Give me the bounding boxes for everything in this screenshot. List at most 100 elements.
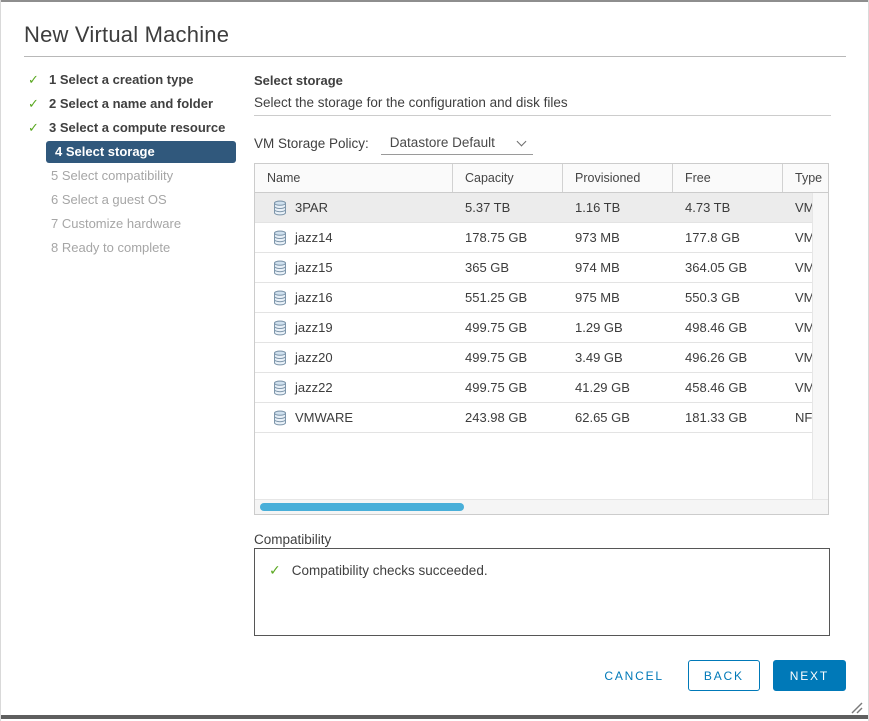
cell-name: jazz16	[295, 290, 333, 305]
datastore-row-jazz16[interactable]: jazz16551.25 GB975 MB550.3 GBVM	[255, 283, 812, 313]
cell-provisioned: 974 MB	[575, 260, 620, 275]
cell-capacity: 178.75 GB	[465, 230, 527, 245]
cell-provisioned: 41.29 GB	[575, 380, 630, 395]
wizard-step-5[interactable]: 5 Select compatibility	[24, 164, 254, 188]
resize-handle-icon[interactable]	[848, 699, 863, 714]
cell-capacity: 551.25 GB	[465, 290, 527, 305]
datastore-icon	[273, 320, 287, 336]
horizontal-scrollbar-thumb[interactable]	[260, 503, 464, 511]
wizard-step-label: 2 Select a name and folder	[24, 92, 254, 116]
wizard-step-4[interactable]: 4 Select storage	[24, 140, 254, 164]
datastore-row-vmware[interactable]: VMWARE 243.98 GB 62.65 GB 181.33 GB NF	[255, 403, 812, 433]
cell-free: 4.73 TB	[685, 200, 730, 215]
window-top-edge	[1, 0, 868, 2]
wizard-step-label: 3 Select a compute resource	[24, 116, 254, 140]
column-header-provisioned[interactable]: Provisioned	[563, 164, 673, 192]
cell-capacity: 499.75 GB	[465, 320, 527, 335]
datastore-icon	[273, 290, 287, 306]
datastore-table-header: NameCapacityProvisionedFreeType	[255, 164, 828, 193]
wizard-step-label: 1 Select a creation type	[24, 68, 254, 92]
cell-name: 3PAR	[295, 200, 328, 215]
wizard-footer: CANCEL BACK NEXT	[594, 660, 846, 691]
datastore-row-jazz14[interactable]: jazz14178.75 GB973 MB177.8 GBVM	[255, 223, 812, 253]
wizard-step-8[interactable]: 8 Ready to complete	[24, 236, 254, 260]
wizard-step-3[interactable]: ✓3 Select a compute resource	[24, 116, 254, 140]
datastore-row-3par[interactable]: 3PAR 5.37 TB 1.16 TB 4.73 TB VM	[255, 193, 812, 223]
cell-capacity: 243.98 GB	[465, 410, 527, 425]
next-button[interactable]: NEXT	[773, 660, 846, 691]
cell-type: VM	[795, 350, 812, 365]
cell-type: VM	[795, 200, 812, 215]
wizard-step-label: 8 Ready to complete	[24, 236, 254, 260]
cell-type: VM	[795, 260, 812, 275]
cell-free: 458.46 GB	[685, 380, 747, 395]
cell-name: jazz20	[295, 350, 333, 365]
vm-storage-policy-row: VM Storage Policy: Datastore Default	[254, 131, 533, 155]
cell-free: 364.05 GB	[685, 260, 747, 275]
cell-capacity: 365 GB	[465, 260, 509, 275]
datastore-table-body: 3PAR5.37 TB1.16 TB4.73 TBVM jazz14178.75…	[255, 193, 812, 499]
compatibility-label: Compatibility	[254, 532, 331, 547]
cancel-button[interactable]: CANCEL	[594, 661, 673, 691]
window-bottom-edge	[1, 715, 868, 719]
dialog-title: New Virtual Machine	[24, 22, 229, 48]
cell-type: NF	[795, 410, 812, 425]
title-divider	[24, 56, 846, 57]
wizard-step-1[interactable]: ✓1 Select a creation type	[24, 68, 254, 92]
wizard-step-label: 5 Select compatibility	[24, 164, 254, 188]
column-header-name[interactable]: Name	[255, 164, 453, 192]
column-header-free[interactable]: Free	[673, 164, 783, 192]
cell-name: jazz15	[295, 260, 333, 275]
cell-free: 496.26 GB	[685, 350, 747, 365]
wizard-step-2[interactable]: ✓2 Select a name and folder	[24, 92, 254, 116]
column-header-type[interactable]: Type	[783, 164, 829, 192]
step-complete-check-icon: ✓	[28, 68, 44, 92]
cell-provisioned: 3.49 GB	[575, 350, 623, 365]
vm-storage-policy-select[interactable]: Datastore Default	[381, 131, 533, 155]
cell-free: 498.46 GB	[685, 320, 747, 335]
datastore-icon	[273, 410, 287, 426]
step-complete-check-icon: ✓	[28, 116, 44, 140]
back-button[interactable]: BACK	[688, 660, 760, 691]
cell-type: VM	[795, 380, 812, 395]
datastore-row-jazz15[interactable]: jazz15 365 GB 974 MB 364.05 GB VM	[255, 253, 812, 283]
cell-name: VMWARE	[295, 410, 353, 425]
vm-storage-policy-value: Datastore Default	[390, 135, 495, 150]
cell-type: VM	[795, 230, 812, 245]
wizard-step-7[interactable]: 7 Customize hardware	[24, 212, 254, 236]
wizard-step-6[interactable]: 6 Select a guest OS	[24, 188, 254, 212]
datastore-icon	[273, 350, 287, 366]
step-complete-check-icon: ✓	[28, 92, 44, 116]
cell-name: jazz19	[295, 320, 333, 335]
cell-capacity: 5.37 TB	[465, 200, 510, 215]
cell-type: VM	[795, 320, 812, 335]
wizard-step-label: 6 Select a guest OS	[24, 188, 254, 212]
cell-capacity: 499.75 GB	[465, 380, 527, 395]
success-check-icon: ✓	[269, 562, 281, 579]
cell-free: 177.8 GB	[685, 230, 740, 245]
column-header-capacity[interactable]: Capacity	[453, 164, 563, 192]
cell-free: 181.33 GB	[685, 410, 747, 425]
datastore-table: NameCapacityProvisionedFreeType 3PAR 5.37…	[254, 163, 829, 515]
cell-provisioned: 973 MB	[575, 230, 620, 245]
datastore-row-jazz22[interactable]: jazz22 499.75 GB 41.29 GB 458.46 GB VM	[255, 373, 812, 403]
cell-name: jazz22	[295, 380, 333, 395]
compatibility-box: ✓ Compatibility checks succeeded.	[254, 548, 830, 636]
vertical-scrollbar[interactable]	[812, 193, 828, 499]
wizard-steps: ✓1 Select a creation type✓2 Select a nam…	[24, 68, 254, 260]
panel-heading: Select storage	[254, 73, 343, 88]
cell-provisioned: 62.65 GB	[575, 410, 630, 425]
datastore-icon	[273, 380, 287, 396]
compatibility-message: Compatibility checks succeeded.	[292, 563, 488, 578]
datastore-row-jazz20[interactable]: jazz20499.75 GB3.49 GB496.26 GBVM	[255, 343, 812, 373]
datastore-icon	[273, 230, 287, 246]
chevron-down-icon	[516, 137, 526, 147]
compatibility-status: ✓ Compatibility checks succeeded.	[269, 562, 815, 579]
horizontal-scrollbar[interactable]	[255, 499, 828, 514]
cell-provisioned: 1.16 TB	[575, 200, 620, 215]
datastore-row-jazz19[interactable]: jazz19 499.75 GB 1.29 GB 498.46 GB VM	[255, 313, 812, 343]
cell-provisioned: 1.29 GB	[575, 320, 623, 335]
cell-free: 550.3 GB	[685, 290, 740, 305]
panel-subheading: Select the storage for the configuration…	[254, 95, 568, 110]
datastore-icon	[273, 260, 287, 276]
